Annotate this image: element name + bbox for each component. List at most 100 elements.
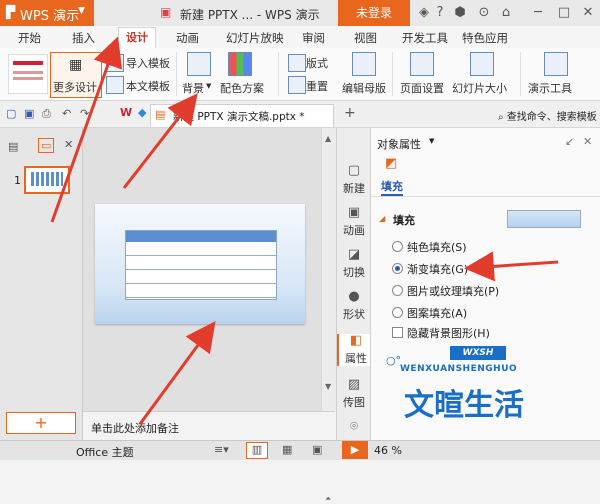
chevron-down-icon[interactable]: ▼: [429, 137, 434, 145]
play-icon[interactable]: ▶: [342, 441, 368, 459]
slides-icon[interactable]: ▭: [38, 138, 55, 153]
grid-icon: ▦: [69, 57, 83, 73]
wps-w-icon[interactable]: W: [120, 106, 132, 119]
pin-icon[interactable]: ⌂: [498, 5, 514, 21]
side-new-button[interactable]: ▢ 新建: [337, 164, 371, 196]
side-transition-button[interactable]: ◪ 切换: [337, 248, 371, 280]
gradient-fill-label[interactable]: 渐变填充(G): [407, 261, 468, 277]
panel-title: 对象属性: [377, 138, 421, 151]
save-icon[interactable]: ▣: [24, 107, 34, 120]
undo-icon[interactable]: ↶: [62, 107, 71, 120]
new-tab-icon[interactable]: +: [344, 105, 356, 121]
hide-background-checkbox[interactable]: [392, 327, 403, 338]
close-icon[interactable]: ✕: [580, 5, 596, 21]
tab-review[interactable]: 审阅: [302, 30, 325, 46]
tab-fill[interactable]: 填充: [381, 178, 403, 196]
slide-thumbnail[interactable]: [24, 166, 70, 194]
notes-pane[interactable]: 单击此处添加备注: [83, 411, 335, 441]
side-animation-button[interactable]: ▣ 动画: [337, 206, 371, 238]
slide[interactable]: [95, 204, 305, 324]
pattern-fill-label[interactable]: 图案填充(A): [407, 305, 467, 321]
presentation-tools-button[interactable]: 演示工具: [528, 80, 572, 96]
normal-view-icon[interactable]: ▥: [246, 442, 268, 459]
dock-icon[interactable]: ↙: [565, 135, 574, 148]
gradient-fill-radio[interactable]: [392, 263, 403, 274]
background-icon: [187, 52, 211, 76]
page-setup-icon: [410, 52, 434, 76]
side-upload-image-button[interactable]: ▨ 传图: [337, 378, 371, 410]
login-button[interactable]: 未登录: [338, 0, 410, 26]
tab-slideshow[interactable]: 幻灯片放映: [226, 30, 284, 46]
document-tab[interactable]: ▤ 新建 PPTX 演示文稿.pptx *: [150, 104, 334, 127]
design-thumbnail[interactable]: [8, 54, 48, 94]
tab-features[interactable]: 特色应用: [462, 30, 508, 46]
chevron-down-icon: ▼: [206, 82, 212, 90]
pattern-fill-radio[interactable]: [392, 307, 403, 318]
skin-icon[interactable]: ◈: [416, 5, 432, 21]
tab-animation[interactable]: 动画: [176, 30, 199, 46]
side-location-button[interactable]: ⌾: [337, 420, 371, 436]
vertical-scrollbar[interactable]: ▲ ⏶ ▼: [321, 128, 336, 503]
reset-button[interactable]: 重置: [306, 78, 328, 94]
solid-fill-radio[interactable]: [392, 241, 403, 252]
edit-master-button[interactable]: 编辑母版: [342, 80, 386, 96]
tab-developer[interactable]: 开发工具: [402, 30, 448, 46]
close-icon[interactable]: ✕: [583, 135, 592, 148]
reading-view-icon[interactable]: ▣: [312, 443, 322, 456]
sorter-view-icon[interactable]: ▦: [282, 443, 292, 456]
outline-icon[interactable]: ▤: [8, 140, 18, 153]
side-transition-label: 切换: [343, 266, 365, 279]
print-icon[interactable]: ⎙: [42, 107, 51, 121]
scroll-up-icon[interactable]: ▲: [325, 134, 331, 143]
feedback-icon[interactable]: ⊙: [476, 5, 492, 21]
tab-view[interactable]: 视图: [354, 30, 377, 46]
more-design-label: 更多设计: [53, 81, 97, 94]
side-shape-button[interactable]: ● 形状: [337, 290, 371, 322]
picture-fill-radio[interactable]: [392, 285, 403, 296]
search-box[interactable]: ⌕ 查找命令、搜索模板: [498, 108, 597, 123]
collapse-icon[interactable]: ◢: [379, 214, 385, 223]
redo-icon[interactable]: ↷: [80, 107, 89, 120]
pptx-icon: ▤: [155, 108, 166, 121]
shape-icon: ●: [348, 289, 360, 304]
side-upload-image-label: 传图: [343, 396, 365, 409]
layout-button[interactable]: 版式: [306, 55, 328, 71]
prev-slide-icon[interactable]: ⏶: [325, 494, 331, 504]
slide-size-button[interactable]: 幻灯片大小: [452, 80, 507, 96]
side-shape-label: 形状: [343, 308, 365, 321]
bubble-icon: ○°: [386, 354, 402, 367]
theme-name: Office 主题: [76, 446, 134, 459]
side-new-label: 新建: [343, 182, 365, 195]
maximize-icon[interactable]: □: [556, 5, 572, 21]
picture-fill-label[interactable]: 图片或纹理填充(P): [407, 283, 499, 299]
tab-insert[interactable]: 插入: [72, 30, 95, 46]
page-setup-button[interactable]: 页面设置: [400, 80, 444, 96]
fill-color-swatch[interactable]: [507, 210, 581, 228]
slide-table[interactable]: [125, 230, 277, 300]
import-template-button[interactable]: 导入模板: [126, 55, 170, 71]
minimize-icon[interactable]: ─: [530, 5, 546, 21]
solid-fill-label[interactable]: 纯色填充(S): [407, 239, 467, 255]
watermark-pinyin: WENXUANSHENGHUO: [400, 364, 518, 374]
scroll-down-icon[interactable]: ▼: [325, 382, 331, 391]
hide-background-label[interactable]: 隐藏背景图形(H): [407, 325, 490, 341]
tab-design[interactable]: 设计: [118, 27, 156, 50]
add-slide-button[interactable]: +: [6, 412, 76, 434]
zoom-level[interactable]: 46 %: [374, 444, 402, 457]
new-icon[interactable]: ▢: [6, 107, 16, 120]
help-icon[interactable]: ?: [432, 5, 448, 21]
background-button[interactable]: 背景: [182, 80, 204, 96]
watermark-site: WXSH: [450, 346, 506, 360]
app-menu-button[interactable]: ▛ WPS 演示 ▼: [0, 0, 94, 26]
shield-icon[interactable]: ⬢: [452, 5, 468, 21]
color-scheme-button[interactable]: 配色方案: [220, 80, 264, 96]
status-bar: Office 主题 ≡▾ ▥ ▦ ▣ ▶ 46 %: [0, 440, 600, 460]
notes-toggle-icon[interactable]: ≡▾: [214, 443, 229, 456]
tab-home[interactable]: 开始: [18, 30, 41, 46]
this-template-button[interactable]: 本文模板: [126, 78, 170, 94]
this-template-icon: [106, 76, 124, 94]
cube-icon[interactable]: ◆: [138, 106, 146, 119]
more-design-button[interactable]: ▦ 更多设计: [50, 52, 102, 98]
side-properties-button[interactable]: ◧ 属性: [337, 334, 373, 366]
close-icon[interactable]: ✕: [64, 138, 73, 151]
